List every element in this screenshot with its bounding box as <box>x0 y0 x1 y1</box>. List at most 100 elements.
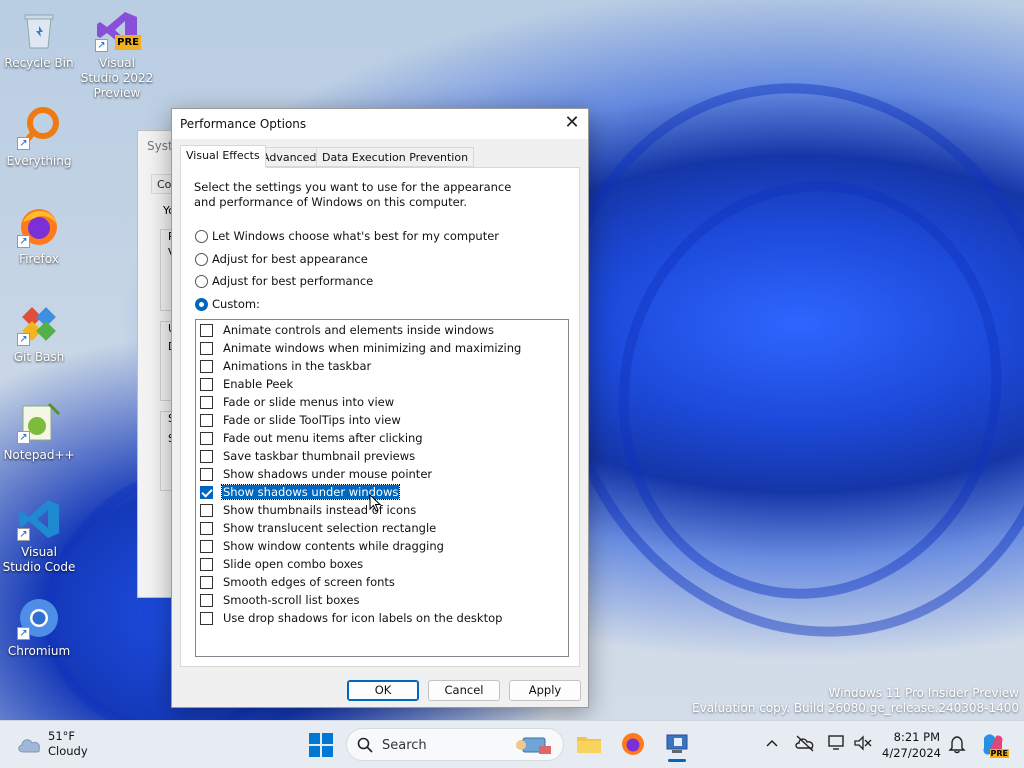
chevron-up-icon <box>766 739 778 747</box>
mouse-cursor-icon <box>369 494 381 512</box>
search-icon <box>357 737 373 753</box>
effect-item[interactable]: Animate controls and elements inside win… <box>200 322 495 338</box>
bell-icon <box>948 736 966 754</box>
checkbox[interactable] <box>200 521 213 535</box>
tab-advanced[interactable]: Advanced <box>256 147 323 167</box>
checkbox[interactable] <box>200 377 213 391</box>
radio-best-appearance[interactable]: Adjust for best appearance <box>195 252 368 266</box>
effect-item[interactable]: Use drop shadows for icon labels on the … <box>200 610 503 626</box>
radio-button[interactable] <box>195 274 208 288</box>
effect-item[interactable]: Show window contents while dragging <box>200 538 445 554</box>
shortcut-arrow-icon: ↗ <box>17 137 30 150</box>
show-hidden-icons-button[interactable] <box>764 735 780 751</box>
effect-item[interactable]: Fade or slide menus into view <box>200 394 395 410</box>
taskbar-clock[interactable]: 8:21 PM 4/27/2024 <box>882 729 941 761</box>
desktop-icon-label: Notepad++ <box>3 448 75 462</box>
checkbox[interactable] <box>200 575 213 589</box>
checkbox[interactable] <box>200 593 213 607</box>
cancel-button[interactable]: Cancel <box>428 680 500 701</box>
effect-label: Show translucent selection rectangle <box>223 521 437 535</box>
radio-best-performance[interactable]: Adjust for best performance <box>195 274 373 288</box>
apply-button[interactable]: Apply <box>509 680 581 701</box>
checkbox[interactable] <box>200 449 213 463</box>
clock-time: 8:21 PM <box>893 730 940 744</box>
radio-let-windows-choose[interactable]: Let Windows choose what's best for my co… <box>195 229 499 243</box>
effect-label: Animations in the taskbar <box>223 359 372 373</box>
radio-button[interactable] <box>195 252 208 266</box>
desktop-icon-label: Visual Studio Code <box>2 545 76 574</box>
checkbox[interactable] <box>200 359 213 373</box>
checkbox-checked[interactable] <box>200 485 213 499</box>
effect-label: Fade out menu items after clicking <box>223 431 423 445</box>
search-highlight-icon <box>516 737 551 754</box>
effect-item[interactable]: Save taskbar thumbnail previews <box>200 448 416 464</box>
checkbox[interactable] <box>200 539 213 553</box>
weather-widget[interactable]: 51°F Cloudy <box>16 729 88 759</box>
cloud-icon <box>18 739 40 753</box>
effect-item[interactable]: Enable Peek <box>200 376 294 392</box>
firefox-icon <box>622 733 644 755</box>
visual-effects-list[interactable]: Animate controls and elements inside win… <box>195 319 569 657</box>
effect-item[interactable]: Smooth edges of screen fonts <box>200 574 396 590</box>
vscode-icon: ↗ <box>17 497 61 541</box>
effect-label: Show thumbnails instead of icons <box>223 503 417 517</box>
desktop-icon-git-bash[interactable]: ↗ Git Bash <box>1 302 77 365</box>
effect-label: Smooth-scroll list boxes <box>223 593 360 607</box>
desktop-icon-notepad-plus-plus[interactable]: ↗ Notepad++ <box>1 400 77 463</box>
dialog-titlebar[interactable]: Performance Options ✕ <box>172 109 588 139</box>
taskbar-file-explorer[interactable] <box>576 731 602 757</box>
radio-button[interactable] <box>195 229 208 243</box>
effect-item[interactable]: Fade out menu items after clicking <box>200 430 424 446</box>
taskbar-system-properties[interactable] <box>664 731 690 762</box>
desktop-icon-chromium[interactable]: ↗ Chromium <box>1 596 77 659</box>
checkbox[interactable] <box>200 341 213 355</box>
effect-item[interactable]: Slide open combo boxes <box>200 556 364 572</box>
taskbar-firefox[interactable] <box>620 731 646 757</box>
checkbox[interactable] <box>200 557 213 571</box>
windows-logo-icon <box>309 733 333 757</box>
close-button[interactable]: ✕ <box>556 109 588 139</box>
effect-item[interactable]: Show shadows under mouse pointer <box>200 466 433 482</box>
effect-item[interactable]: Fade or slide ToolTips into view <box>200 412 402 428</box>
performance-options-dialog[interactable]: Performance Options ✕ Visual Effects Adv… <box>171 108 589 708</box>
desktop-icon-firefox[interactable]: ↗ Firefox <box>1 204 77 267</box>
shortcut-arrow-icon: ↗ <box>17 627 30 640</box>
checkbox[interactable] <box>200 431 213 445</box>
radio-custom[interactable]: Custom: <box>195 297 260 311</box>
desktop-icon-visual-studio-2022-preview[interactable]: PRE ↗ Visual Studio 2022 Preview <box>79 8 155 101</box>
radio-label: Let Windows choose what's best for my co… <box>212 229 500 243</box>
effect-item[interactable]: Show thumbnails instead of icons <box>200 502 417 518</box>
ok-button[interactable]: OK <box>347 680 419 701</box>
checkbox[interactable] <box>200 467 213 481</box>
effect-label: Smooth edges of screen fonts <box>223 575 395 589</box>
taskbar: 51°F Cloudy Search 8:21 PM 4/27/2024 PRE <box>0 720 1024 768</box>
tab-data-execution-prevention[interactable]: Data Execution Prevention <box>316 147 475 167</box>
tray-network-volume[interactable] <box>853 734 873 752</box>
effect-item[interactable]: Smooth-scroll list boxes <box>200 592 360 608</box>
tray-display[interactable] <box>827 734 847 752</box>
desktop-icon-visual-studio-code[interactable]: ↗ Visual Studio Code <box>1 497 77 575</box>
checkbox[interactable] <box>200 611 213 625</box>
desktop-icon-label: Firefox <box>19 252 59 266</box>
checkbox[interactable] <box>200 395 213 409</box>
taskbar-search[interactable]: Search <box>346 728 564 761</box>
close-icon: ✕ <box>564 112 580 133</box>
effect-item[interactable]: Animations in the taskbar <box>200 358 372 374</box>
radio-button-selected[interactable] <box>195 297 208 311</box>
checkbox[interactable] <box>200 503 213 517</box>
checkbox[interactable] <box>200 323 213 337</box>
copilot-button[interactable]: PRE <box>980 732 1009 758</box>
preview-badge: PRE <box>989 749 1009 758</box>
tab-visual-effects[interactable]: Visual Effects <box>180 145 266 168</box>
notifications-button[interactable] <box>947 734 967 754</box>
effect-item[interactable]: Show translucent selection rectangle <box>200 520 437 536</box>
effect-item[interactable]: Animate windows when minimizing and maxi… <box>200 340 522 356</box>
tray-onedrive[interactable] <box>795 734 815 752</box>
desktop-icon-recycle-bin[interactable]: Recycle Bin <box>1 8 77 71</box>
desktop-icon-everything[interactable]: ↗ Everything <box>1 106 77 169</box>
start-button[interactable] <box>308 732 334 758</box>
chromium-icon: ↗ <box>17 596 61 640</box>
monitor-icon <box>828 735 844 750</box>
windows-watermark: Windows 11 Pro Insider Preview Evaluatio… <box>692 686 1019 716</box>
checkbox[interactable] <box>200 413 213 427</box>
